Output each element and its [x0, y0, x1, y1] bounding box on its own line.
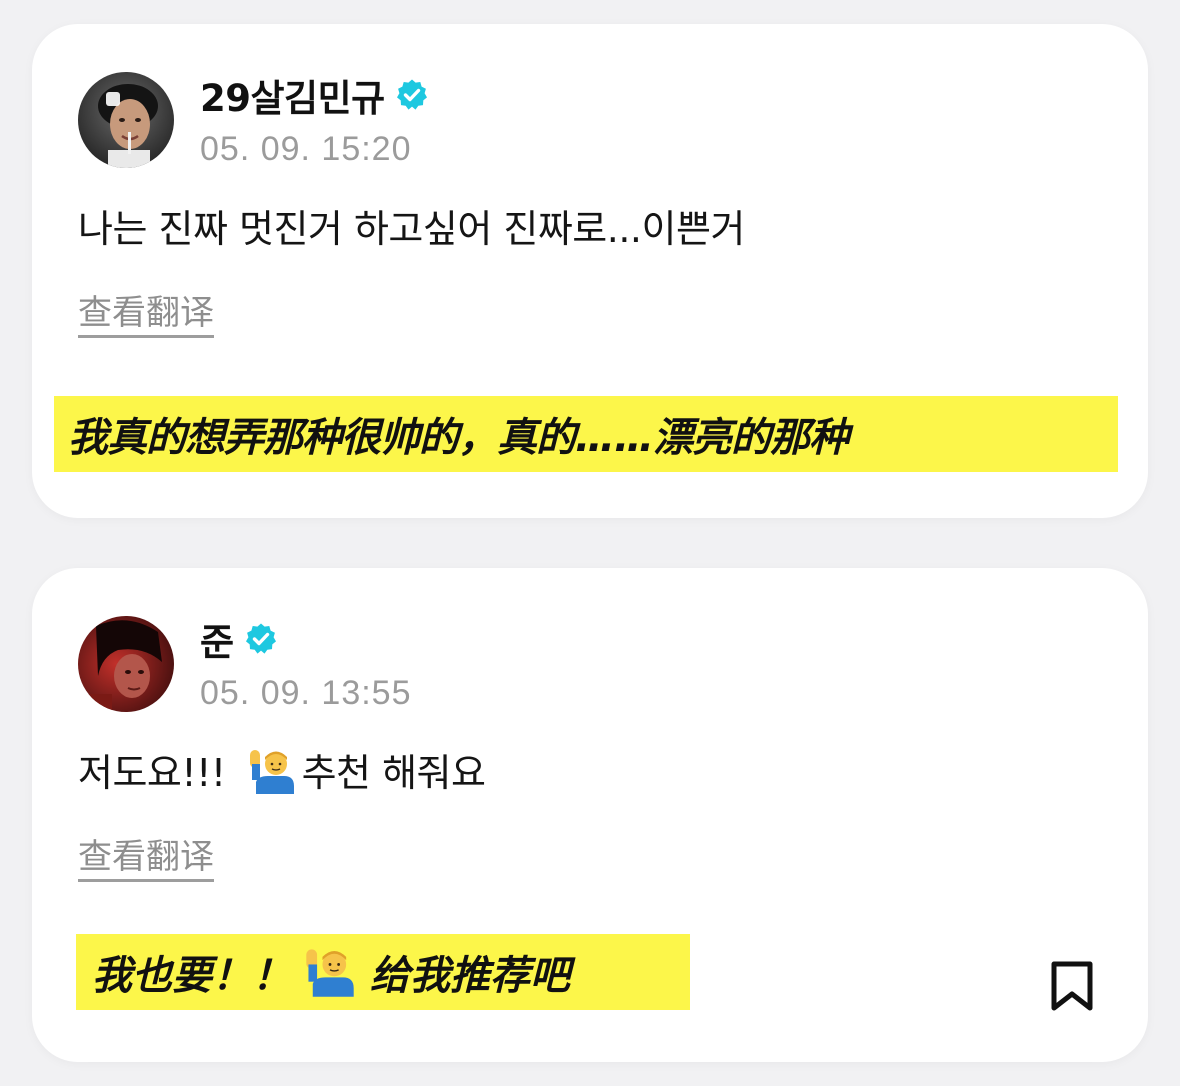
translation-text: 我真的想弄那种很帅的，真的……漂亮的那种 [68, 415, 849, 461]
post-card: 29살김민규 05. 09. 15:20 나는 진짜 멋진거 하고싶어 진짜로.… [32, 24, 1148, 518]
person-raising-hand-emoji-icon [246, 748, 298, 794]
post-text: 저도요!!! 추천 해줘요 [78, 742, 486, 797]
bookmark-icon[interactable] [1048, 960, 1096, 1012]
view-translation-link[interactable]: 查看翻译 [78, 293, 214, 339]
user-avatar[interactable] [78, 72, 174, 168]
translation-caption: 我真的想弄那种很帅的，真的……漂亮的那种 [54, 396, 1118, 472]
post-text: 나는 진짜 멋진거 하고싶어 진짜로...이쁜거 [78, 207, 745, 251]
post-timestamp: 05. 09. 15:20 [200, 130, 412, 168]
avatar-photo-icon [78, 616, 174, 712]
user-avatar[interactable] [78, 616, 174, 712]
post-card: 준 05. 09. 13:55 저도요!!! 추천 해줘요 查看翻译 我也要！！ [32, 568, 1148, 1062]
username[interactable]: 29살김민규 [200, 68, 385, 122]
username-row: 29살김민규 [200, 70, 429, 120]
verified-badge-icon [395, 78, 429, 112]
post-text-part: 저도요!!! [78, 751, 226, 795]
view-translation-link[interactable]: 查看翻译 [78, 837, 214, 883]
translation-text: 给我推荐吧 [370, 953, 570, 999]
translation-text: 我也要！！ [92, 953, 292, 999]
translation-caption: 我也要！！ 给我推荐吧 [76, 934, 690, 1010]
verified-badge-icon [244, 622, 278, 656]
username-row: 준 [200, 614, 278, 664]
username[interactable]: 준 [200, 612, 234, 666]
avatar-photo-icon [78, 72, 174, 168]
post-timestamp: 05. 09. 13:55 [200, 674, 412, 712]
post-text-part: 추천 해줘요 [301, 751, 486, 795]
person-raising-hand-emoji-icon [302, 946, 358, 998]
